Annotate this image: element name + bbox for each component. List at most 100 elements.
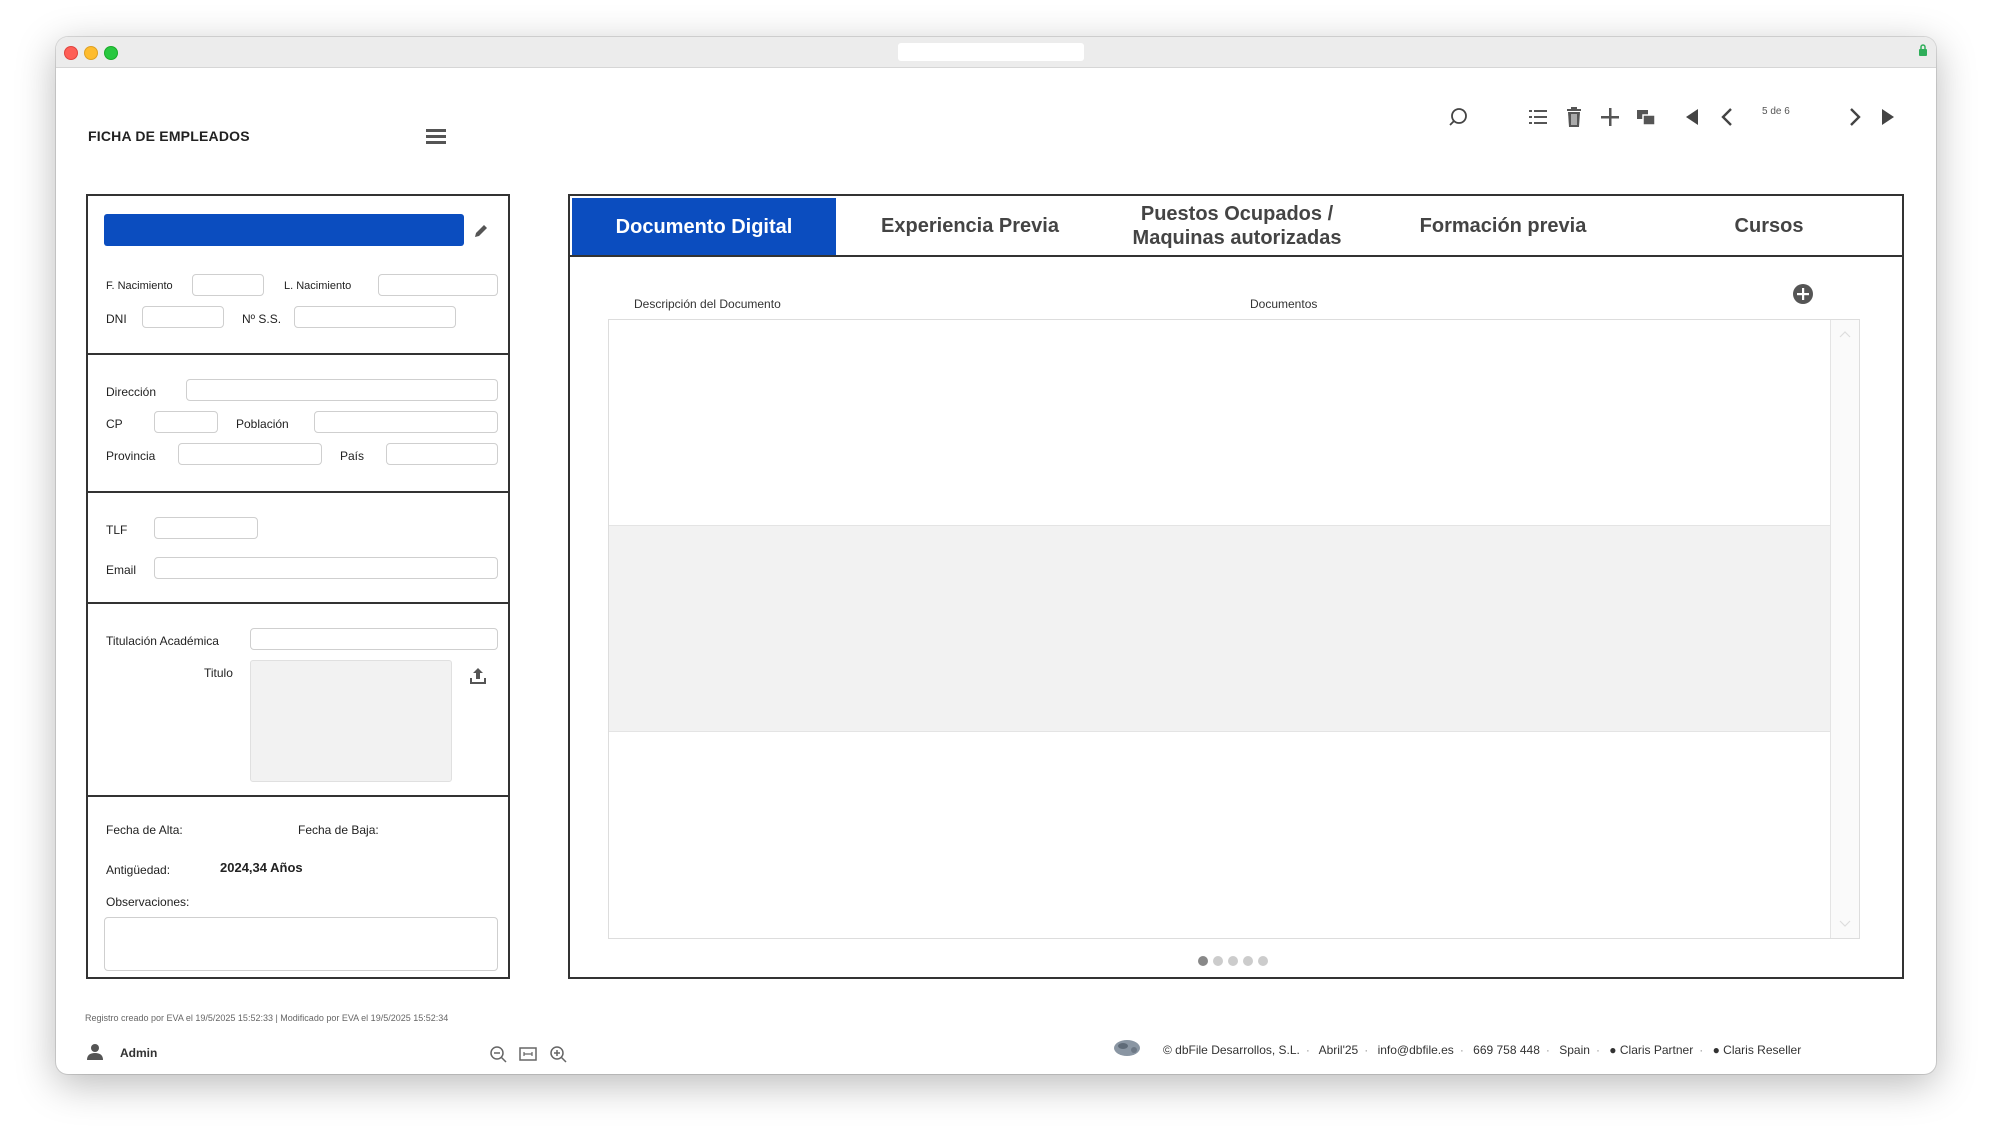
page-title: FICHA DE EMPLEADOS <box>88 128 250 144</box>
user-name: Admin <box>120 1046 158 1060</box>
apple-icon: ● <box>1609 1043 1617 1057</box>
label-email: Email <box>106 563 137 577</box>
employee-name-field[interactable] <box>104 214 464 246</box>
list-item[interactable] <box>609 732 1833 938</box>
dates-section: Fecha de Alta: Fecha de Baja: Antigüedad… <box>88 797 508 981</box>
minimize-window-button[interactable] <box>84 46 98 60</box>
list-icon[interactable] <box>1524 103 1552 131</box>
label-dni: DNI <box>106 312 127 326</box>
tab-cursos[interactable]: Cursos <box>1636 196 1902 256</box>
search-icon[interactable] <box>1444 103 1472 131</box>
window-title-field <box>898 43 1084 61</box>
nss-field[interactable] <box>294 306 456 328</box>
chevron-down-icon[interactable] <box>1839 920 1851 928</box>
page-dot[interactable] <box>1243 956 1253 966</box>
app-window: FICHA DE EMPLEADOS 5 de 6 F. Nacimiento … <box>56 37 1936 1074</box>
l-nacimiento-field[interactable] <box>378 274 498 296</box>
provincia-field[interactable] <box>178 443 322 465</box>
antiguedad-value: 2024,34 Años <box>220 860 303 875</box>
tab-formacion-previa[interactable]: Formación previa <box>1370 196 1636 256</box>
list-item[interactable] <box>609 526 1833 732</box>
email-field[interactable] <box>154 557 498 579</box>
pencil-icon[interactable] <box>472 222 490 240</box>
zoom-out-icon[interactable] <box>488 1044 508 1064</box>
documents-list[interactable] <box>608 319 1860 939</box>
upload-icon[interactable] <box>468 666 488 686</box>
lock-icon <box>1919 44 1927 56</box>
cp-field[interactable] <box>154 411 218 433</box>
direccion-field[interactable] <box>186 379 498 401</box>
record-meta: Registro creado por EVA el 19/5/2025 15:… <box>85 1013 449 1023</box>
poblacion-field[interactable] <box>314 411 498 433</box>
record-counter: 5 de 6 <box>1762 106 1790 117</box>
observaciones-field[interactable] <box>104 917 498 971</box>
contact-section: TLF Email <box>88 493 508 604</box>
credit-version: Abril'25 <box>1318 1043 1359 1057</box>
credit-country: Spain <box>1559 1043 1590 1057</box>
address-section: Dirección CP Población Provincia País <box>88 355 508 493</box>
label-pais: País <box>340 449 365 463</box>
menu-icon[interactable] <box>426 129 446 147</box>
plus-icon[interactable] <box>1596 103 1624 131</box>
label-antiguedad: Antigüedad: <box>106 863 171 877</box>
next-record-icon[interactable] <box>1840 103 1868 131</box>
credits-bar: © dbFile Desarrollos, S.L. · Abril'25 · in… <box>1163 1043 1802 1057</box>
page-dot[interactable] <box>1198 956 1208 966</box>
page-dot[interactable] <box>1258 956 1268 966</box>
first-record-icon[interactable] <box>1678 103 1706 131</box>
scrollbar[interactable] <box>1830 320 1859 938</box>
employee-panel: F. Nacimiento L. Nacimiento DNI Nº S.S. … <box>86 194 510 979</box>
duplicate-icon[interactable] <box>1632 103 1660 131</box>
label-provincia: Provincia <box>106 449 156 463</box>
titulo-container[interactable] <box>250 660 452 782</box>
label-cp: CP <box>106 417 123 431</box>
label-nss: Nº S.S. <box>242 312 282 326</box>
credit-email[interactable]: info@dbfile.es <box>1378 1043 1454 1057</box>
f-nacimiento-field[interactable] <box>192 274 264 296</box>
label-poblacion: Población <box>236 417 289 431</box>
apple-icon: ● <box>1712 1043 1720 1057</box>
close-window-button[interactable] <box>64 46 78 60</box>
education-section: Titulación Académica Titulo <box>88 604 508 797</box>
label-f-nacimiento: F. Nacimiento <box>106 280 173 292</box>
pais-field[interactable] <box>386 443 498 465</box>
credit-claris-partner: Claris Partner <box>1619 1043 1694 1057</box>
page-dot[interactable] <box>1228 956 1238 966</box>
tlf-field[interactable] <box>154 517 258 539</box>
tab-puestos-ocupados[interactable]: Puestos Ocupados / Maquinas autorizadas <box>1104 196 1370 256</box>
last-record-icon[interactable] <box>1874 103 1902 131</box>
label-direccion: Dirección <box>106 385 157 399</box>
label-l-nacimiento: L. Nacimiento <box>284 280 352 292</box>
dni-field[interactable] <box>142 306 224 328</box>
add-circle-icon[interactable] <box>1792 283 1814 305</box>
documents-panel: Descripción del Documento Documentos <box>568 255 1904 979</box>
tab-bar: Documento Digital Experiencia Previa Pue… <box>568 194 1904 256</box>
fit-icon[interactable] <box>518 1044 538 1064</box>
zoom-window-button[interactable] <box>104 46 118 60</box>
dbfile-logo-icon <box>1114 1040 1140 1056</box>
credit-phone: 669 758 448 <box>1473 1043 1540 1057</box>
column-header-documentos: Documentos <box>1250 297 1318 311</box>
label-fecha-baja: Fecha de Baja: <box>298 823 379 837</box>
identity-section: F. Nacimiento L. Nacimiento DNI Nº S.S. <box>88 196 508 355</box>
tab-documento-digital[interactable]: Documento Digital <box>572 198 836 256</box>
tab-experiencia-previa[interactable]: Experiencia Previa <box>836 196 1104 256</box>
user-icon <box>87 1044 103 1060</box>
page-dots <box>1198 956 1268 966</box>
label-titulo: Titulo <box>204 666 233 680</box>
list-item[interactable] <box>609 320 1833 526</box>
zoom-in-icon[interactable] <box>548 1044 568 1064</box>
page-dot[interactable] <box>1213 956 1223 966</box>
prev-record-icon[interactable] <box>1714 103 1742 131</box>
label-titulacion: Titulación Académica <box>106 634 219 648</box>
title-bar <box>56 37 1936 68</box>
credit-claris-reseller: Claris Reseller <box>1723 1043 1802 1057</box>
label-fecha-alta: Fecha de Alta: <box>106 823 183 837</box>
label-tlf: TLF <box>106 523 128 537</box>
label-observaciones: Observaciones: <box>106 895 190 909</box>
column-header-descripcion: Descripción del Documento <box>634 297 781 311</box>
titulacion-field[interactable] <box>250 628 498 650</box>
credit-company: © dbFile Desarrollos, S.L. <box>1163 1043 1300 1057</box>
chevron-up-icon[interactable] <box>1839 330 1851 338</box>
trash-icon[interactable] <box>1560 103 1588 131</box>
